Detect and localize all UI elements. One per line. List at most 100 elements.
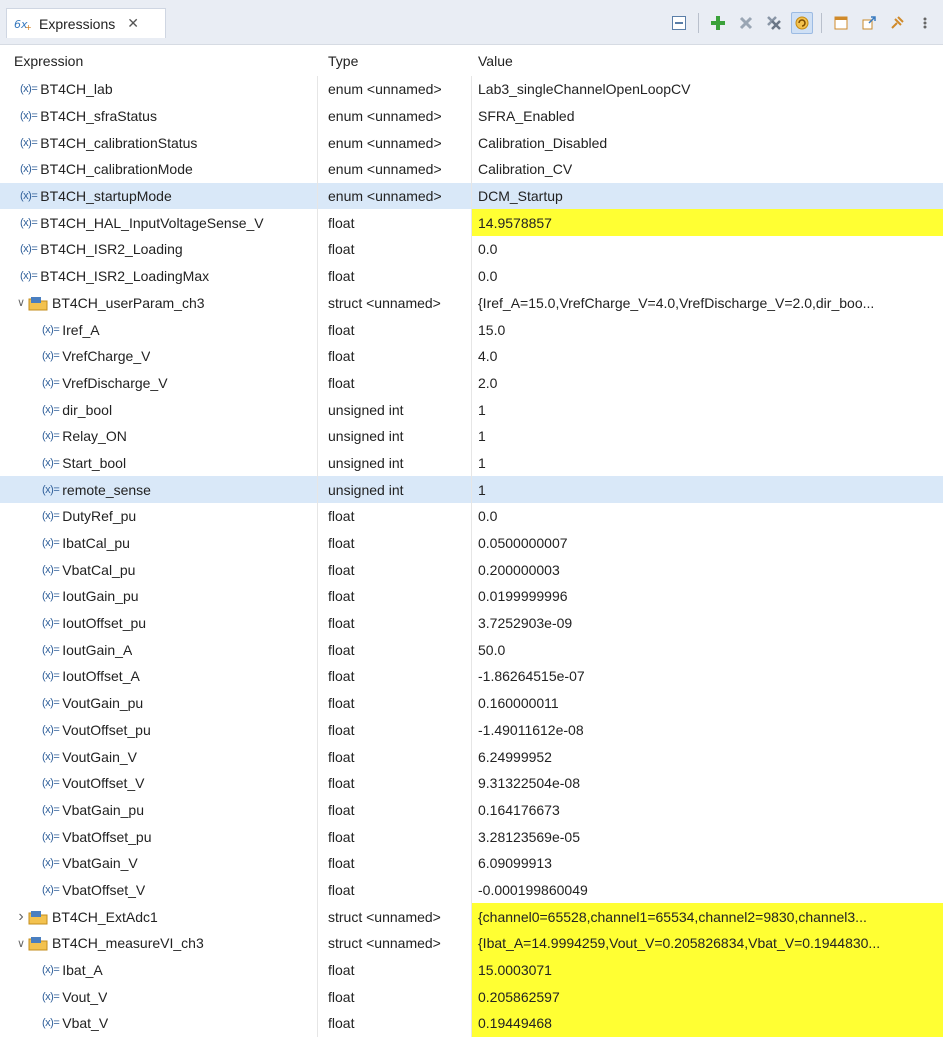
add-expression-icon[interactable] [707,12,729,34]
value-cell[interactable]: 0.19449468 [472,1010,943,1037]
type-cell: float [318,663,472,690]
tree-row[interactable]: (x)= IoutOffset_pu float 3.7252903e-09 [0,609,943,637]
new-window-icon[interactable] [830,12,852,34]
value-cell[interactable]: 1 [472,476,943,503]
value-text: 15.0003071 [478,962,552,979]
value-cell[interactable]: 15.0 [472,316,943,343]
column-header-type[interactable]: Type [318,48,472,74]
value-cell[interactable]: 3.28123569e-05 [472,823,943,850]
close-icon[interactable]: ✕ [127,15,139,32]
type-cell: float [318,983,472,1011]
tree-row[interactable]: (x)= IoutOffset_A float -1.86264515e-07 [0,663,943,690]
tree-row[interactable]: (x)= BT4CH_calibrationStatus enum <unnamed… [0,129,943,157]
tree-row[interactable]: (x)= Vout_V float 0.205862597 [0,983,943,1011]
tree-row[interactable]: (x)= VbatOffset_V float -0.000199860049 [0,876,943,904]
tree-row[interactable]: (x)= BT4CH_HAL_InputVoltageSense_V float 14… [0,209,943,237]
value-cell[interactable]: {Iref_A=15.0,VrefCharge_V=4.0,VrefDischa… [472,290,943,317]
tree-row[interactable]: (x)= Vbat_V float 0.19449468 [0,1010,943,1037]
value-cell[interactable]: 50.0 [472,636,943,663]
tree-row[interactable]: (x)= Relay_ON unsigned int 1 [0,422,943,450]
value-cell[interactable]: 0.200000003 [472,556,943,583]
tree-row[interactable]: › BT4CH_ExtAdc1 struct <unnamed> {channel0=… [0,903,943,930]
value-cell[interactable]: 0.0 [472,236,943,263]
value-cell[interactable]: Calibration_Disabled [472,129,943,156]
tree-row[interactable]: (x)= VrefCharge_V float 4.0 [0,342,943,370]
pin-icon[interactable] [886,12,908,34]
continuous-refresh-icon[interactable] [791,12,813,34]
type-cell: float [318,262,472,290]
remove-all-icon[interactable] [763,12,785,34]
expand-chevron-icon[interactable]: ∨ [14,937,28,950]
collapse-all-icon[interactable] [668,12,690,34]
expression-name: IoutOffset_A [62,668,140,685]
tree-row[interactable]: (x)= remote_sense unsigned int 1 [0,476,943,503]
value-text: DCM_Startup [478,188,563,205]
tree-row[interactable]: (x)= BT4CH_calibrationMode enum <unnamed> C… [0,156,943,183]
value-cell[interactable]: 0.205862597 [472,983,943,1011]
tree-row[interactable]: (x)= dir_bool unsigned int 1 [0,396,943,423]
value-cell[interactable]: 14.9578857 [472,209,943,237]
remove-expression-icon[interactable] [735,12,757,34]
collapse-chevron-icon[interactable]: › [14,908,28,926]
tree-row[interactable]: (x)= Start_bool unsigned int 1 [0,449,943,477]
value-cell[interactable]: 4.0 [472,343,943,370]
export-icon[interactable] [858,12,880,34]
tree-row[interactable]: (x)= VoutOffset_V float 9.31322504e-08 [0,769,943,797]
tree-row[interactable]: ∨ BT4CH_measureVI_ch3 struct <unnamed> {Iba… [0,930,943,957]
value-cell[interactable]: 2.0 [472,370,943,397]
value-cell[interactable]: Lab3_singleChannelOpenLoopCV [472,76,943,103]
column-header-expression[interactable]: Expression [0,48,318,74]
tree-row[interactable]: (x)= VbatOffset_pu float 3.28123569e-05 [0,823,943,850]
value-cell[interactable]: SFRA_Enabled [472,103,943,130]
value-cell[interactable]: 0.164176673 [472,797,943,824]
value-text: 50.0 [478,641,506,658]
expand-chevron-icon[interactable]: ∨ [14,296,28,309]
column-header-value[interactable]: Value [472,48,943,74]
tree-row[interactable]: (x)= IbatCal_pu float 0.0500000007 [0,529,943,557]
value-cell[interactable]: 0.160000011 [472,690,943,717]
tree-row[interactable]: (x)= VoutGain_V float 6.24999952 [0,743,943,770]
value-cell[interactable]: 15.0003071 [472,956,943,984]
value-cell[interactable]: {channel0=65528,channel1=65534,channel2=… [472,903,943,930]
tree-row[interactable]: (x)= BT4CH_sfraStatus enum <unnamed> SFRA_E… [0,102,943,130]
value-cell[interactable]: 1 [472,423,943,450]
value-cell[interactable]: Calibration_CV [472,156,943,183]
value-cell[interactable]: {Ibat_A=14.9994259,Vout_V=0.205826834,Vb… [472,930,943,957]
value-cell[interactable]: 0.0 [472,263,943,290]
tree-row[interactable]: (x)= VoutOffset_pu float -1.49011612e-08 [0,716,943,744]
value-cell[interactable]: 6.09099913 [472,850,943,877]
value-cell[interactable]: 6.24999952 [472,743,943,770]
value-cell[interactable]: 3.7252903e-09 [472,610,943,637]
tree-row[interactable]: (x)= Ibat_A float 15.0003071 [0,956,943,984]
tree-row[interactable]: ∨ BT4CH_userParam_ch3 struct <unnamed> {Ire… [0,289,943,317]
tree-row[interactable]: (x)= VrefDischarge_V float 2.0 [0,369,943,397]
tree-row[interactable]: (x)= IoutGain_A float 50.0 [0,636,943,664]
tree-row[interactable]: (x)= VbatCal_pu float 0.200000003 [0,556,943,584]
value-cell[interactable]: 1 [472,450,943,477]
tree-row[interactable]: (x)= IoutGain_pu float 0.0199999996 [0,583,943,610]
tree-row[interactable]: (x)= BT4CH_ISR2_LoadingMax float 0.0 [0,262,943,290]
tree-row[interactable]: (x)= BT4CH_startupMode enum <unnamed> DCM_S… [0,182,943,210]
tree-row[interactable]: (x)= Iref_A float 15.0 [0,316,943,343]
tree-row[interactable]: (x)= BT4CH_lab enum <unnamed> Lab3_singleCh… [0,76,943,103]
type-cell: float [318,503,472,530]
tree-row[interactable]: (x)= BT4CH_ISR2_Loading float 0.0 [0,236,943,263]
expression-cell: (x)= VrefCharge_V [0,342,318,370]
tree-row[interactable]: (x)= VbatGain_pu float 0.164176673 [0,796,943,824]
view-menu-icon[interactable] [914,12,936,34]
value-cell[interactable]: 0.0500000007 [472,530,943,557]
value-cell[interactable]: 9.31322504e-08 [472,770,943,797]
tree-row[interactable]: (x)= DutyRef_pu float 0.0 [0,503,943,530]
value-cell[interactable]: -1.86264515e-07 [472,663,943,690]
value-cell[interactable]: 1 [472,396,943,423]
value-text: -1.49011612e-08 [478,721,584,738]
value-cell[interactable]: -1.49011612e-08 [472,717,943,744]
value-cell[interactable]: DCM_Startup [472,183,943,210]
value-cell[interactable]: 0.0 [472,503,943,530]
value-cell[interactable]: -0.000199860049 [472,877,943,904]
expression-cell: (x)= BT4CH_ISR2_Loading [0,236,318,263]
tree-row[interactable]: (x)= VbatGain_V float 6.09099913 [0,849,943,877]
value-cell[interactable]: 0.0199999996 [472,583,943,610]
tab-expressions[interactable]: 6x + Expressions ✕ [6,8,166,38]
tree-row[interactable]: (x)= VoutGain_pu float 0.160000011 [0,689,943,717]
